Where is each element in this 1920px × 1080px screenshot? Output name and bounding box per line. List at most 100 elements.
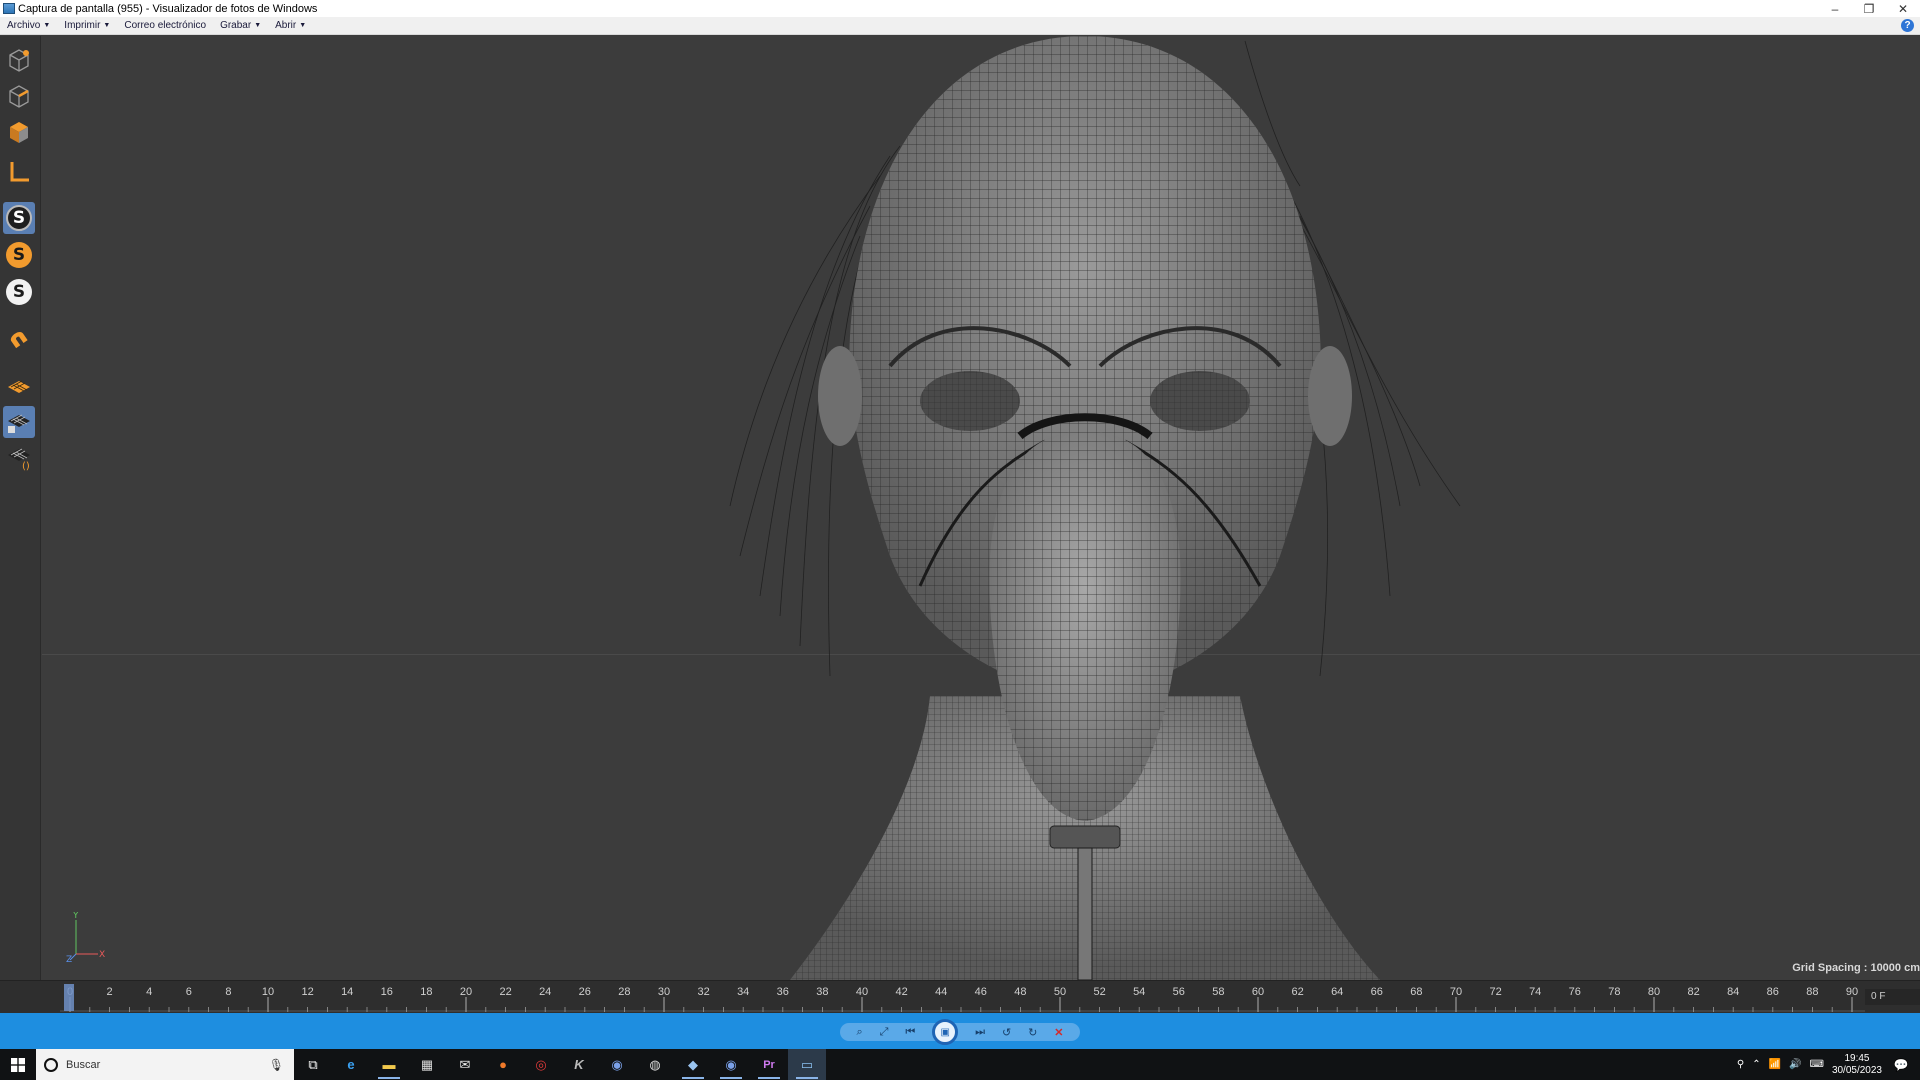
timeline-tick-label: 34 xyxy=(737,986,749,998)
menu-abrir[interactable]: Abrir ▼ xyxy=(268,20,313,31)
cinema4d-2-icon[interactable]: ◉ xyxy=(712,1049,750,1080)
next-icon[interactable]: ⏭ xyxy=(975,1026,985,1039)
locked-workplane-icon xyxy=(3,406,35,438)
timeline-tick-label: 80 xyxy=(1648,986,1660,998)
actual-size-icon[interactable]: ⤢ xyxy=(880,1026,889,1039)
snap-s-orange-icon: S xyxy=(3,239,35,271)
file-explorer-icon[interactable]: ▬ xyxy=(370,1049,408,1080)
timeline: 0246810121416182022242628303234363840424… xyxy=(0,980,1920,1013)
photo-viewer-icon xyxy=(3,3,15,14)
notifications-icon[interactable]: 💬 xyxy=(1890,1054,1912,1076)
slideshow-icon[interactable]: ▣ xyxy=(932,1019,959,1045)
timeline-tick-label: 22 xyxy=(499,986,511,998)
rotate-right-icon[interactable]: ↻ xyxy=(1028,1026,1037,1039)
menu-label: Imprimir xyxy=(64,20,101,31)
timeline-tick-label: 8 xyxy=(225,986,231,998)
grid-icon: () xyxy=(3,442,35,474)
timeline-tick-label: 56 xyxy=(1173,986,1185,998)
help-icon[interactable]: ? xyxy=(1901,19,1914,32)
windows-logo-icon xyxy=(11,1057,25,1072)
timeline-tick-label: 6 xyxy=(186,986,192,998)
timeline-ruler: 0246810121416182022242628303234363840424… xyxy=(60,984,1865,1012)
viewer-controls: ⌕ ⤢ ⏮ ▣ ⏭ ↺ ↻ ✕ xyxy=(840,1019,1080,1045)
tool-palette: S S S () xyxy=(0,36,41,980)
store-icon[interactable]: ▦ xyxy=(408,1049,446,1080)
obs-icon[interactable]: ◍ xyxy=(636,1049,674,1080)
menu-correo[interactable]: Correo electrónico xyxy=(117,20,213,31)
photo-viewer-icon[interactable]: ▭ xyxy=(788,1049,826,1080)
timeline-tick-label: 32 xyxy=(697,986,709,998)
timeline-tick-label: 50 xyxy=(1054,986,1066,998)
davinci-icon[interactable]: ◎ xyxy=(522,1049,560,1080)
task-view-icon[interactable]: ⧉ xyxy=(294,1049,332,1080)
timeline-tick-label: 18 xyxy=(420,986,432,998)
premiere-icon[interactable]: Pr xyxy=(750,1049,788,1080)
timeline-tick-label: 78 xyxy=(1608,986,1620,998)
microphone-icon[interactable]: 🎙 xyxy=(269,1058,284,1072)
timeline-tick-label: 10 xyxy=(262,986,274,998)
previous-icon[interactable]: ⏮ xyxy=(905,1026,915,1039)
chevron-up-icon[interactable]: ⌃ xyxy=(1752,1059,1760,1070)
chevron-down-icon: ▼ xyxy=(299,22,307,29)
timeline-tick-label: 28 xyxy=(618,986,630,998)
current-frame-field: 0 F xyxy=(1865,989,1920,1005)
timeline-tick-label: 72 xyxy=(1489,986,1501,998)
snap-s-icon: S xyxy=(3,202,35,234)
system-tray: ⚲ ⌃ 📶 🔊 ⌨ 19:45 30/05/2023 💬 xyxy=(1737,1049,1920,1080)
chevron-down-icon: ▼ xyxy=(103,22,111,29)
taskbar: Buscar 🎙 ⧉ e ▬ ▦ ✉ ● ◎ K ◉ ◍ ◆ ◉ Pr ▭ ⚲ … xyxy=(0,1049,1920,1080)
menu-label: Correo electrónico xyxy=(124,20,207,31)
timeline-tick-label: 42 xyxy=(895,986,907,998)
photoshop-express-icon[interactable]: ◆ xyxy=(674,1049,712,1080)
close-button[interactable]: ✕ xyxy=(1886,0,1920,17)
menu-label: Archivo xyxy=(7,20,41,31)
title-bar: Captura de pantalla (955) - Visualizador… xyxy=(0,0,1920,17)
menu-imprimir[interactable]: Imprimir ▼ xyxy=(57,20,117,31)
axis-x-label: X xyxy=(99,950,105,960)
restore-button[interactable]: ❐ xyxy=(1852,0,1886,17)
menu-label: Grabar xyxy=(220,20,252,31)
timeline-tick-label: 82 xyxy=(1687,986,1699,998)
snap-s-white-icon: S xyxy=(3,276,35,308)
mail-icon[interactable]: ✉ xyxy=(446,1049,484,1080)
rotate-left-icon[interactable]: ↺ xyxy=(1002,1026,1011,1039)
edge-icon[interactable]: e xyxy=(332,1049,370,1080)
timeline-tick-label: 44 xyxy=(935,986,947,998)
svg-text:(): () xyxy=(22,461,30,471)
timeline-tick-label: 84 xyxy=(1727,986,1739,998)
chevron-down-icon: ▼ xyxy=(43,22,51,29)
timeline-tick-label: 46 xyxy=(975,986,987,998)
cortana-icon xyxy=(44,1057,58,1072)
firefox-icon[interactable]: ● xyxy=(484,1049,522,1080)
timeline-tick-label: 26 xyxy=(579,986,591,998)
cinema4d-icon[interactable]: ◉ xyxy=(598,1049,636,1080)
menu-archivo[interactable]: Archivo ▼ xyxy=(0,20,57,31)
clock-date: 30/05/2023 xyxy=(1831,1064,1882,1076)
points-mode-icon xyxy=(3,44,35,76)
k-app-icon[interactable]: K xyxy=(560,1049,598,1080)
viewer-control-bar: ⌕ ⤢ ⏮ ▣ ⏭ ↺ ↻ ✕ xyxy=(0,1013,1920,1049)
volume-icon[interactable]: 🔊 xyxy=(1789,1059,1801,1070)
people-icon[interactable]: ⚲ xyxy=(1737,1059,1744,1070)
language-icon[interactable]: ⌨ xyxy=(1810,1059,1824,1070)
timeline-tick-label: 60 xyxy=(1252,986,1264,998)
minimize-button[interactable]: – xyxy=(1818,0,1852,17)
zoom-icon[interactable]: ⌕ xyxy=(856,1026,862,1039)
timeline-tick-label: 88 xyxy=(1806,986,1818,998)
timeline-tick-label: 4 xyxy=(146,986,152,998)
menu-label: Abrir xyxy=(275,20,297,31)
timeline-tick-label: 54 xyxy=(1133,986,1145,998)
menu-bar: Archivo ▼ Imprimir ▼ Correo electrónico Gr… xyxy=(0,17,1920,35)
timeline-tick-label: 24 xyxy=(539,986,551,998)
clock-time: 19:45 xyxy=(1844,1052,1870,1064)
timeline-tick-label: 20 xyxy=(460,986,472,998)
workplane-icon xyxy=(3,370,35,402)
network-icon[interactable]: 📶 xyxy=(1769,1059,1781,1070)
timeline-tick-label: 16 xyxy=(381,986,393,998)
taskbar-search[interactable]: Buscar 🎙 xyxy=(36,1049,294,1080)
timeline-tick-label: 62 xyxy=(1291,986,1303,998)
clock[interactable]: 19:45 30/05/2023 xyxy=(1832,1053,1882,1077)
start-button[interactable] xyxy=(0,1049,36,1080)
menu-grabar[interactable]: Grabar ▼ xyxy=(213,20,268,31)
delete-icon[interactable]: ✕ xyxy=(1054,1026,1063,1039)
